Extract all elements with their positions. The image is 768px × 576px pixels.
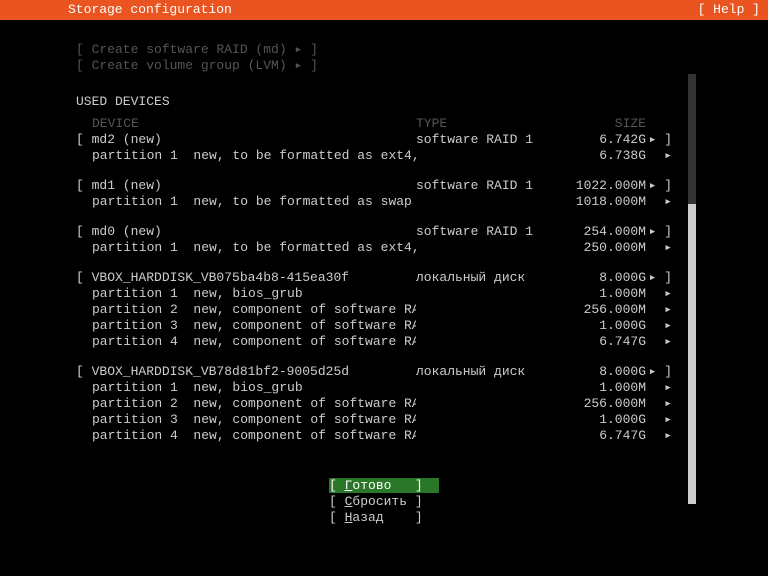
chevron-right-icon[interactable]: ▸ ] <box>646 132 672 148</box>
chevron-right-icon[interactable]: ▸ <box>646 194 672 210</box>
device-size: 8.000G <box>556 270 646 286</box>
partition-row[interactable]: partition 4 new, component of software R… <box>0 334 768 350</box>
chevron-right-icon[interactable]: ▸ <box>646 148 672 164</box>
chevron-right-icon[interactable]: ▸ ] <box>646 178 672 194</box>
partition-name: partition 1 new, to be formatted as swap <box>76 194 416 210</box>
partition-size: 1.000M <box>556 286 646 302</box>
chevron-right-icon[interactable]: ▸ <box>646 380 672 396</box>
chevron-right-icon[interactable]: ▸ <box>646 318 672 334</box>
chevron-right-icon[interactable]: ▸ ] <box>646 364 672 380</box>
chevron-right-icon[interactable]: ▸ ] <box>646 224 672 240</box>
partition-size: 1.000M <box>556 380 646 396</box>
device-name: [ VBOX_HARDDISK_VB78d81bf2-9005d25d <box>76 364 416 380</box>
partition-size: 6.738G <box>556 148 646 164</box>
partition-size: 1.000G <box>556 412 646 428</box>
partition-size: 250.000M <box>556 240 646 256</box>
column-headers: DEVICE TYPE SIZE <box>0 116 768 132</box>
device-size: 8.000G <box>556 364 646 380</box>
col-device: DEVICE <box>76 116 416 132</box>
chevron-right-icon[interactable]: ▸ <box>646 396 672 412</box>
device-name: [ VBOX_HARDDISK_VB075ba4b8-415ea30f <box>76 270 416 286</box>
partition-name: partition 4 new, component of software R… <box>76 428 416 444</box>
partition-name: partition 2 new, component of software R… <box>76 396 416 412</box>
device-type: локальный диск <box>416 270 556 286</box>
chevron-right-icon[interactable]: ▸ <box>646 286 672 302</box>
device-row[interactable]: [ VBOX_HARDDISK_VB075ba4b8-415ea30fлокал… <box>0 270 768 286</box>
device-type: локальный диск <box>416 364 556 380</box>
chevron-right-icon[interactable]: ▸ <box>646 240 672 256</box>
partition-row[interactable]: partition 2 new, component of software R… <box>0 396 768 412</box>
title-bar: Storage configuration [ Help ] <box>0 0 768 20</box>
device-type: software RAID 1 <box>416 132 556 148</box>
partition-name: partition 1 new, to be formatted as ext4… <box>76 148 416 164</box>
device-size: 1022.000M <box>556 178 646 194</box>
create-lvm-action[interactable]: [ Create volume group (LVM) ▸ ] <box>0 58 768 74</box>
create-raid-action[interactable]: [ Create software RAID (md) ▸ ] <box>0 42 768 58</box>
partition-name: partition 3 new, component of software R… <box>76 412 416 428</box>
partition-row[interactable]: partition 1 new, to be formatted as swap… <box>0 194 768 210</box>
chevron-right-icon[interactable]: ▸ <box>646 334 672 350</box>
back-button[interactable]: [ Назад ] <box>329 510 439 526</box>
chevron-right-icon[interactable]: ▸ <box>646 428 672 444</box>
device-type: software RAID 1 <box>416 178 556 194</box>
device-size: 6.742G <box>556 132 646 148</box>
done-button[interactable]: [ Готово ] <box>329 478 439 494</box>
device-name: [ md2 (new) <box>76 132 416 148</box>
partition-row[interactable]: partition 3 new, component of software R… <box>0 318 768 334</box>
partition-row[interactable]: partition 4 new, component of software R… <box>0 428 768 444</box>
chevron-right-icon[interactable]: ▸ <box>646 412 672 428</box>
device-name: [ md1 (new) <box>76 178 416 194</box>
device-row[interactable]: [ md2 (new)software RAID 16.742G▸ ] <box>0 132 768 148</box>
col-size: SIZE <box>556 116 646 132</box>
help-button[interactable]: [ Help ] <box>698 2 760 18</box>
partition-row[interactable]: partition 1 new, bios_grub 1.000M▸ <box>0 286 768 302</box>
partition-size: 256.000M <box>556 302 646 318</box>
footer-buttons: [ Готово ] [ Сбросить ] [ Назад ] <box>0 478 768 526</box>
device-list: [ md2 (new)software RAID 16.742G▸ ]parti… <box>0 132 768 458</box>
partition-row[interactable]: partition 1 new, to be formatted as ext4… <box>0 148 768 164</box>
chevron-right-icon[interactable]: ▸ ] <box>646 270 672 286</box>
partition-name: partition 4 new, component of software R… <box>76 334 416 350</box>
device-row[interactable]: [ md0 (new)software RAID 1254.000M▸ ] <box>0 224 768 240</box>
device-row[interactable]: [ md1 (new)software RAID 11022.000M▸ ] <box>0 178 768 194</box>
device-row[interactable]: [ VBOX_HARDDISK_VB78d81bf2-9005d25dлокал… <box>0 364 768 380</box>
device-name: [ md0 (new) <box>76 224 416 240</box>
partition-size: 6.747G <box>556 334 646 350</box>
chevron-right-icon[interactable]: ▸ <box>646 302 672 318</box>
partition-size: 1.000G <box>556 318 646 334</box>
device-size: 254.000M <box>556 224 646 240</box>
main-content: [ Create software RAID (md) ▸ ] [ Create… <box>0 20 768 526</box>
partition-name: partition 1 new, to be formatted as ext4… <box>76 240 416 256</box>
page-title: Storage configuration <box>8 2 232 18</box>
partition-name: partition 1 new, bios_grub <box>76 380 416 396</box>
device-type: software RAID 1 <box>416 224 556 240</box>
partition-row[interactable]: partition 3 new, component of software R… <box>0 412 768 428</box>
partition-name: partition 2 new, component of software R… <box>76 302 416 318</box>
scrollbar-track[interactable] <box>688 74 696 504</box>
partition-size: 1018.000M <box>556 194 646 210</box>
partition-size: 6.747G <box>556 428 646 444</box>
used-devices-heading: USED DEVICES <box>0 94 768 110</box>
partition-row[interactable]: partition 1 new, to be formatted as ext4… <box>0 240 768 256</box>
partition-name: partition 3 new, component of software R… <box>76 318 416 334</box>
reset-button[interactable]: [ Сбросить ] <box>329 494 439 510</box>
partition-row[interactable]: partition 1 new, bios_grub 1.000M▸ <box>0 380 768 396</box>
partition-name: partition 1 new, bios_grub <box>76 286 416 302</box>
col-type: TYPE <box>416 116 556 132</box>
partition-row[interactable]: partition 2 new, component of software R… <box>0 302 768 318</box>
partition-size: 256.000M <box>556 396 646 412</box>
scrollbar-thumb[interactable] <box>688 204 696 504</box>
